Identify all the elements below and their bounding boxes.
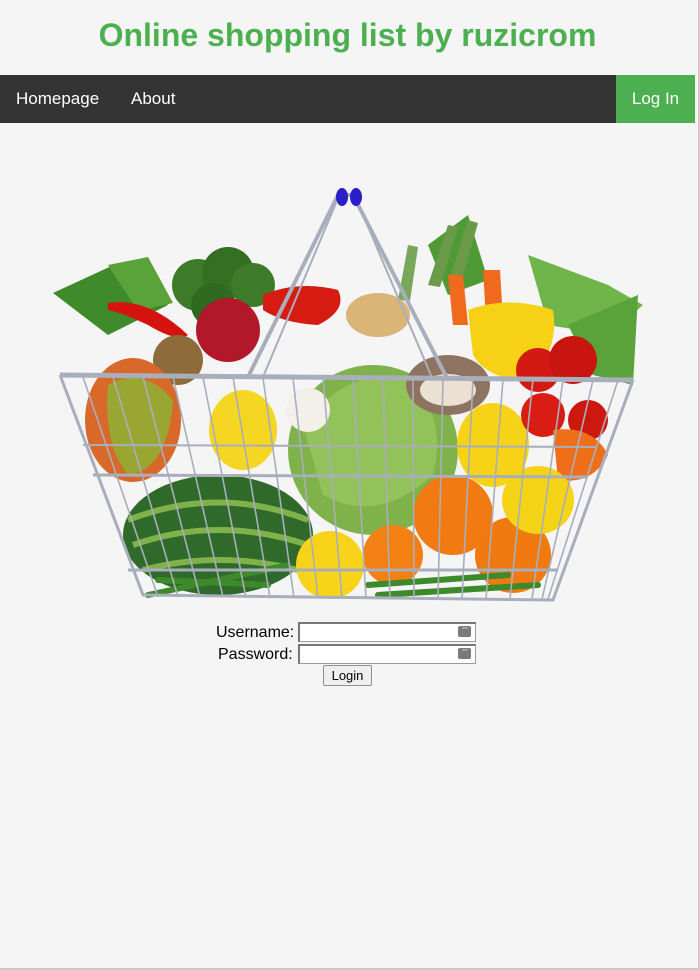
- top-navbar: Homepage About Log In: [0, 75, 695, 123]
- password-input[interactable]: [298, 644, 476, 664]
- password-row: Password: ···: [0, 644, 699, 666]
- username-label: Username:: [216, 624, 295, 641]
- apple: [196, 298, 260, 362]
- handle-grip: [336, 188, 348, 206]
- nav-about-link[interactable]: About: [131, 75, 175, 123]
- vegetable-basket-image: [53, 188, 643, 602]
- password-label: Password:: [218, 646, 293, 663]
- page: Online shopping list by ruzicrom Homepag…: [0, 0, 699, 970]
- handle-grip: [350, 188, 362, 206]
- nav-login-link[interactable]: Log In: [616, 75, 695, 123]
- tomato: [549, 336, 597, 384]
- potato: [346, 293, 410, 337]
- login-submit-button[interactable]: Login: [323, 665, 372, 686]
- lemon-bottom-left: [296, 531, 364, 599]
- username-row: Username: ···: [0, 622, 699, 644]
- password-manager-key-icon[interactable]: ···: [458, 647, 471, 659]
- site-title: Online shopping list by ruzicrom: [98, 17, 597, 53]
- nav-homepage-link[interactable]: Homepage: [16, 75, 99, 123]
- garlic: [286, 388, 330, 432]
- password-manager-key-icon[interactable]: ···: [458, 625, 471, 637]
- username-input[interactable]: [298, 622, 476, 642]
